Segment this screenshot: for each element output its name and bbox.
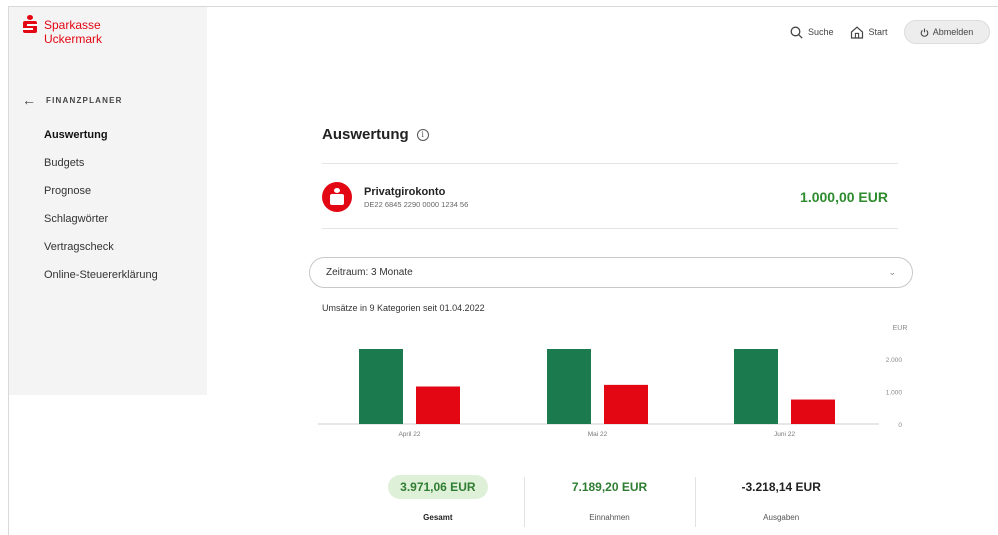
summary: 3.971,06 EUR Gesamt 7.189,20 EUR Einnahm… [352,475,867,535]
brand-line-1: Sparkasse [44,18,101,32]
expense-value: -3.218,14 EUR [741,480,821,494]
search-icon [790,26,803,39]
summary-expenses[interactable]: -3.218,14 EUR Ausgaben [695,475,867,535]
account-iban: DE22 6845 2290 0000 1234 56 [364,199,469,209]
income-value: 7.189,20 EUR [571,480,648,494]
power-icon [920,28,929,37]
income-bar [734,349,778,424]
account-card[interactable]: Privatgirokonto DE22 6845 2290 0000 1234… [322,180,888,214]
start-button[interactable]: Start [850,25,888,39]
x-tick-label: April 22 [398,431,420,438]
x-tick-label: Mai 22 [588,431,608,438]
sidebar-item-prognose[interactable]: Prognose [44,185,158,213]
y-axis-unit: EUR [893,325,908,332]
page-header: Auswertung i [322,126,429,143]
expense-bar [604,384,648,424]
income-bar [547,349,591,424]
search-button[interactable]: Suche [790,26,834,39]
income-label: Einnahmen [589,513,630,522]
income-bar [359,349,403,424]
total-value: 3.971,06 EUR [388,475,488,499]
sidebar: Sparkasse Uckermark ← FINANZPLANER Auswe… [9,7,207,395]
home-icon [850,25,863,39]
top-bar: Suche Start Abmelden [790,20,998,44]
page-title: Auswertung [322,126,409,143]
expense-label: Ausgaben [763,513,800,522]
summary-income[interactable]: 7.189,20 EUR Einnahmen [523,475,696,535]
y-tick-label: 2.000 [886,357,903,364]
logout-button[interactable]: Abmelden [903,20,990,44]
y-tick-label: 1.000 [886,389,903,396]
divider [322,228,898,229]
section-title: FINANZPLANER [46,95,123,105]
sparkasse-s-icon [22,15,38,33]
brand-name: Sparkasse Uckermark [44,18,102,46]
sparkasse-account-icon [322,182,352,212]
sparkasse-logo[interactable]: Sparkasse Uckermark [22,15,102,46]
period-selected-value: Zeitraum: 3 Monate [326,267,413,278]
period-select[interactable]: Zeitraum: 3 Monate ⌄ [309,257,913,288]
expense-bar [791,399,835,424]
divider [322,163,898,164]
chevron-down-icon: ⌄ [888,267,896,277]
account-name: Privatgirokonto [364,185,446,198]
brand-line-2: Uckermark [44,32,103,46]
bar-chart: EUR 2.000 1.000 0 April 22 Mai 22 Juni 22 [318,325,908,438]
sidebar-item-auswertung[interactable]: Auswertung [44,129,158,157]
sidebar-item-schlagwoerter[interactable]: Schlagwörter [44,213,158,241]
expense-bar [416,386,460,424]
sidebar-nav: Auswertung Budgets Prognose Schlagwörter… [44,129,158,297]
search-label: Suche [808,27,834,37]
total-label: Gesamt [423,513,453,522]
start-label: Start [868,27,888,37]
logout-label: Abmelden [932,27,974,37]
finanzplaner-back[interactable]: ← FINANZPLANER [22,92,123,108]
summary-total[interactable]: 3.971,06 EUR Gesamt [352,475,524,535]
y-tick-label: 0 [898,422,902,429]
arrow-left-icon[interactable]: ← [22,92,36,108]
x-tick-label: Juni 22 [774,431,795,438]
account-info: Privatgirokonto DE22 6845 2290 0000 1234… [364,186,468,209]
sidebar-item-steuererklaerung[interactable]: Online-Steuererklärung [44,269,158,297]
chart-caption: Umsätze in 9 Kategorien seit 01.04.2022 [322,303,485,313]
info-icon[interactable]: i [416,128,429,141]
sidebar-item-vertragscheck[interactable]: Vertragscheck [44,241,158,269]
sidebar-item-budgets[interactable]: Budgets [44,157,158,185]
account-balance: 1.000,00 EUR [800,189,888,205]
